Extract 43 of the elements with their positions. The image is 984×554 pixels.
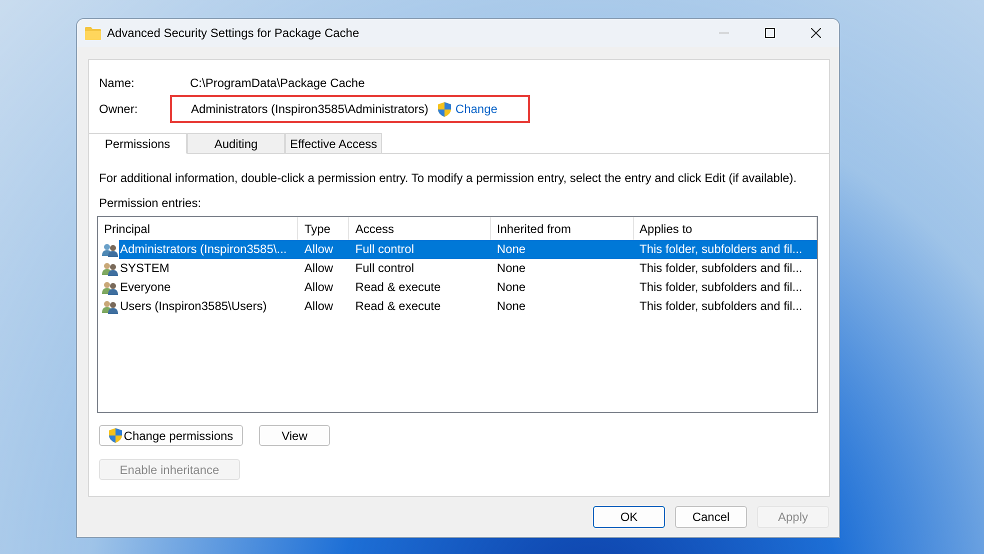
info-text: For additional information, double-click a permission entry. To modify a permission entry, select the entry and click Edit (if available). [99, 171, 798, 185]
tab[interactable]: Permissions [89, 133, 187, 154]
table-cell[interactable]: None [490, 297, 634, 316]
table-cell[interactable]: Allow [298, 278, 350, 297]
change-owner-link[interactable]: Change [455, 102, 498, 116]
permission-entries-label: Permission entries: [99, 196, 202, 210]
shield-icon [438, 102, 452, 116]
table-cell[interactable]: SYSTEM [119, 259, 298, 278]
tab[interactable]: Effective Access [285, 133, 382, 154]
table-cell[interactable]: This folder, subfolders and fil... [634, 278, 817, 297]
table-cell[interactable]: This folder, subfolders and fil... [634, 240, 817, 259]
maximize-icon [765, 28, 775, 38]
users-icon [102, 300, 118, 314]
table-cell[interactable]: Full control [349, 240, 491, 259]
dialog-button[interactable]: Cancel [675, 506, 747, 528]
users-icon [102, 242, 118, 256]
table-cell[interactable]: Read & execute [349, 297, 491, 316]
table-cell[interactable]: None [490, 278, 634, 297]
view-button[interactable]: View [259, 425, 330, 446]
table-cell[interactable]: Full control [349, 259, 491, 278]
close-icon [811, 28, 821, 38]
table-cell[interactable]: Read & execute [349, 278, 491, 297]
table-cell[interactable]: This folder, subfolders and fil... [634, 297, 817, 316]
table-cell[interactable]: Allow [298, 259, 350, 278]
table-cell[interactable]: Allow [298, 297, 350, 316]
table-cell[interactable]: This folder, subfolders and fil... [634, 259, 817, 278]
table-cell[interactable]: Everyone [119, 278, 298, 297]
folder-icon [85, 26, 101, 40]
window-title: Advanced Security Settings for Package Cache [107, 26, 360, 40]
owner-label: Owner: [99, 102, 139, 116]
table-cell[interactable]: Administrators (Inspiron3585\... [119, 240, 298, 259]
table-cell[interactable]: None [490, 259, 634, 278]
table-cell[interactable]: Users (Inspiron3585\Users) [119, 297, 298, 316]
owner-value: Administrators (Inspiron3585\Administrators) [191, 102, 428, 116]
table-cell[interactable]: Allow [298, 240, 350, 259]
name-value: C:\ProgramData\Package Cache [190, 76, 365, 90]
tab[interactable]: Auditing [187, 133, 285, 154]
users-icon [102, 280, 118, 294]
dialog-button[interactable]: OK [593, 506, 665, 528]
change-permissions-button[interactable]: Change permissions [99, 425, 243, 446]
table-cell[interactable]: None [490, 240, 634, 259]
name-label: Name: [99, 76, 136, 90]
users-icon [102, 262, 118, 276]
